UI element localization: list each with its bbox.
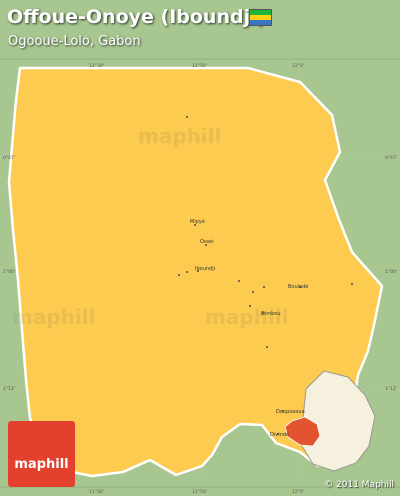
maphill-logo[interactable]: maphill bbox=[8, 421, 75, 487]
watermark: maphill bbox=[138, 124, 222, 148]
watermark: maphill bbox=[205, 305, 289, 329]
coordinate-label: 11°50' bbox=[192, 490, 207, 495]
gabon-flag-icon bbox=[249, 9, 272, 26]
coordinate-label: 0°47' bbox=[3, 156, 16, 161]
place-label: Dimbou bbox=[261, 311, 281, 317]
coordinate-label: 1°12' bbox=[385, 387, 398, 392]
coordinate-label: 11°30' bbox=[89, 490, 104, 495]
map-subtitle: Ogooue-Lolo, Gabon bbox=[8, 34, 141, 49]
place-label: Ossei bbox=[200, 239, 214, 245]
watermark: maphill bbox=[12, 305, 96, 329]
coordinate-label: 12°0' bbox=[292, 490, 305, 495]
map-title: Offoue-Onoye (Iboundji) bbox=[7, 6, 266, 28]
place-label: Bouladé bbox=[288, 284, 309, 290]
place-label: Divindé bbox=[270, 432, 290, 438]
coordinate-label: 12°0' bbox=[292, 64, 305, 69]
coordinate-label: 1°12' bbox=[3, 387, 16, 392]
place-label: Mipyé bbox=[190, 219, 205, 225]
coordinate-label: 1°00' bbox=[385, 270, 398, 275]
logo-text: maphill bbox=[14, 457, 69, 472]
place-label: Iboundji bbox=[195, 266, 215, 272]
map: maphill maphill maphill Mipyé Ossei Ibou… bbox=[0, 0, 400, 496]
coordinate-label: 11°30' bbox=[89, 64, 104, 69]
coordinate-label: 11°50' bbox=[192, 64, 207, 69]
coordinate-label: 1°00' bbox=[3, 270, 16, 275]
flag-stripe-blue bbox=[250, 20, 271, 25]
place-label: Doupoaoua bbox=[276, 409, 305, 415]
copyright-notice: © 2011 Maphill bbox=[324, 480, 394, 490]
coordinate-label: 0°47' bbox=[385, 156, 398, 161]
